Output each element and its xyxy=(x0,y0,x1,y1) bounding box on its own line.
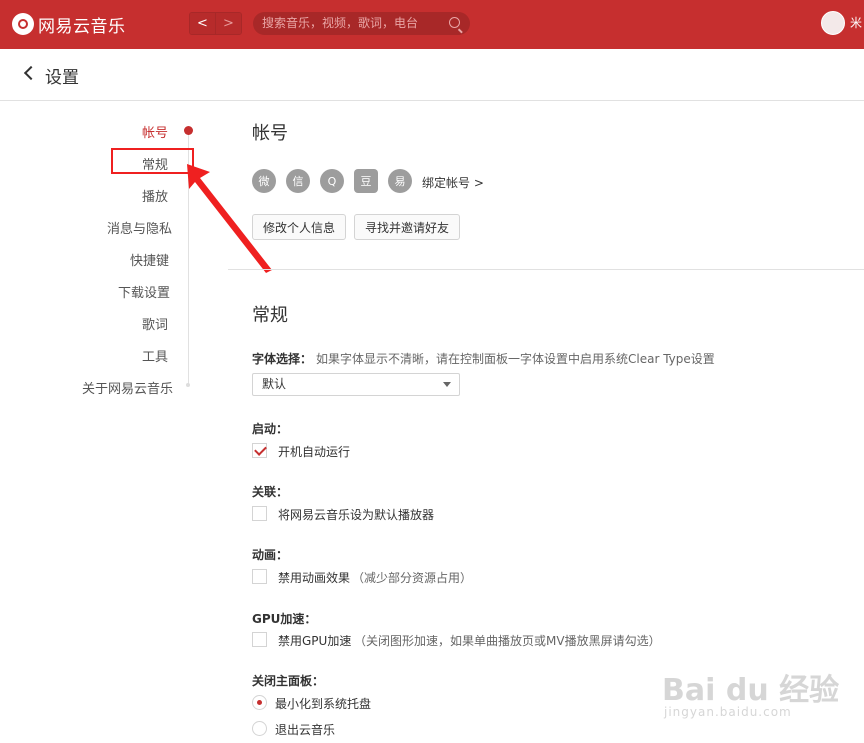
active-nav-indicator xyxy=(184,126,193,135)
nav-item-account[interactable]: 帐号 xyxy=(142,122,168,141)
yixin-icon[interactable]: 易 xyxy=(388,169,412,193)
qq-icon[interactable]: Q xyxy=(320,169,344,193)
disable-gpu-option[interactable]: 禁用GPU加速 xyxy=(278,632,351,649)
association-label: 关联： xyxy=(252,485,289,499)
back-nav-button[interactable]: < xyxy=(190,13,215,34)
font-select[interactable]: 默认 xyxy=(252,373,460,396)
watermark-logo: Bai du 经验 xyxy=(662,673,840,708)
chevron-down-icon xyxy=(443,382,451,387)
search-placeholder: 搜索音乐，视频，歌词，电台 xyxy=(262,16,419,30)
douban-icon[interactable]: 豆 xyxy=(354,169,378,193)
edit-profile-button[interactable]: 修改个人信息 xyxy=(252,214,346,240)
app-name: 网易云音乐 xyxy=(38,16,126,37)
search-input[interactable]: 搜索音乐，视频，歌词，电台 xyxy=(253,12,470,35)
invite-friends-button[interactable]: 寻找并邀请好友 xyxy=(354,214,460,240)
nav-item-about[interactable]: 关于网易云音乐 xyxy=(82,378,173,397)
section-divider xyxy=(228,269,864,270)
default-player-checkbox[interactable] xyxy=(252,506,267,521)
title-bar: 网易云音乐 < > 搜索音乐，视频，歌词，电台 米 xyxy=(0,0,864,49)
user-name[interactable]: 米 xyxy=(850,14,862,31)
animation-label: 动画： xyxy=(252,548,289,562)
nav-end-dot xyxy=(186,383,190,387)
search-icon[interactable] xyxy=(449,17,460,28)
startup-option[interactable]: 开机自动运行 xyxy=(278,443,350,460)
exit-app-option[interactable]: 退出云音乐 xyxy=(275,721,335,738)
bind-account-link[interactable]: 绑定帐号 > xyxy=(422,174,484,191)
weibo-icon[interactable]: 微 xyxy=(252,169,276,193)
close-panel-label: 关闭主面板： xyxy=(252,674,325,688)
startup-label: 启动： xyxy=(252,422,289,436)
page-title: 设置 xyxy=(45,68,79,88)
font-hint: 如果字体显示不清晰，请在控制面板一字体设置中启用系统Clear Type设置 xyxy=(316,352,715,366)
nav-item-playback[interactable]: 播放 xyxy=(142,186,168,205)
section-title-general: 常规 xyxy=(252,305,288,326)
gpu-label: GPU加速： xyxy=(252,612,317,626)
nav-item-tools[interactable]: 工具 xyxy=(142,346,168,365)
nav-item-lyrics[interactable]: 歌词 xyxy=(142,314,168,333)
settings-header: 设置 xyxy=(0,49,864,101)
forward-nav-button[interactable]: > xyxy=(215,13,241,34)
startup-checkbox[interactable] xyxy=(252,443,267,458)
disable-gpu-checkbox[interactable] xyxy=(252,632,267,647)
font-label: 字体选择： xyxy=(252,352,313,366)
default-player-option[interactable]: 将网易云音乐设为默认播放器 xyxy=(278,506,434,523)
animation-hint: （减少部分资源占用） xyxy=(352,571,473,585)
watermark-url: jingyan.baidu.com xyxy=(664,705,792,719)
netease-music-logo-icon xyxy=(12,13,34,35)
nav-item-download-settings[interactable]: 下载设置 xyxy=(118,282,170,301)
exit-app-radio[interactable] xyxy=(252,721,267,736)
nav-item-shortcuts[interactable]: 快捷键 xyxy=(130,250,169,269)
avatar[interactable] xyxy=(821,11,845,35)
minimize-to-tray-option[interactable]: 最小化到系统托盘 xyxy=(275,695,371,712)
font-select-value: 默认 xyxy=(262,377,287,391)
baidu-jingyan-watermark: Bai du 经验 jingyan.baidu.com xyxy=(662,655,852,725)
disable-animation-checkbox[interactable] xyxy=(252,569,267,584)
section-title-account: 帐号 xyxy=(252,123,288,144)
back-arrow-icon[interactable] xyxy=(23,65,39,81)
history-nav: < > xyxy=(189,12,242,35)
disable-animation-option[interactable]: 禁用动画效果 xyxy=(278,569,350,586)
app-logo[interactable]: 网易云音乐 xyxy=(12,12,126,37)
nav-item-messages-privacy[interactable]: 消息与隐私 xyxy=(107,218,172,237)
gpu-hint: （关闭图形加速，如果单曲播放页或MV播放黑屏请勾选） xyxy=(354,634,661,648)
minimize-to-tray-radio[interactable] xyxy=(252,695,267,710)
wechat-icon[interactable]: 信 xyxy=(286,169,310,193)
